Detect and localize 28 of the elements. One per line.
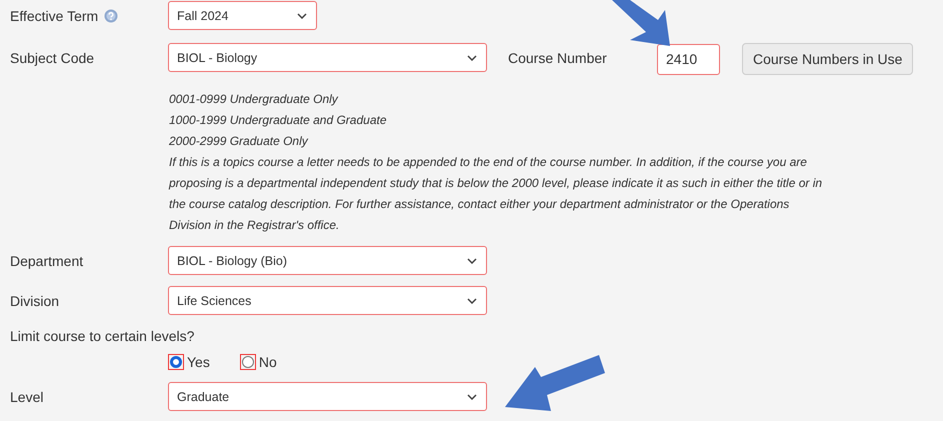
course-numbers-button[interactable]: Course Numbers in Use (742, 43, 914, 75)
field-label: Course Number (508, 50, 608, 66)
radio-label[interactable]: Yes (187, 354, 210, 370)
topics-note: If this is a topics course a letter needs to be appended to the end of the course number. In addition, if the course you are proposing is a departmental independent study that is below the 2000 level, please indicate it as such in either the title or in the course catalog description. For further assistance, contact either your department administrator or the Operations Division in the Registrar's office. (169, 154, 824, 234)
radio-button[interactable] (240, 354, 256, 370)
chevron-icon (297, 12, 307, 18)
question-label: Limit course to certain levels? (9, 328, 196, 344)
range-note: 0001-0999 Undergraduate Only (169, 91, 340, 108)
radio-label[interactable]: No (258, 354, 277, 370)
field-label: Subject Code (10, 50, 94, 66)
range-note: 2000-2999 Graduate Only (169, 133, 310, 150)
help-icon[interactable] (104, 8, 118, 22)
radio-button[interactable] (168, 354, 184, 370)
course-number-field[interactable]: 2410 (657, 44, 720, 74)
subject-select[interactable]: BIOL - Biology (168, 43, 487, 72)
field-label: Division (10, 292, 60, 308)
department-select[interactable]: BIOL - Biology (Bio) (168, 246, 487, 275)
range-note: 1000-1999 Undergraduate and Graduate (169, 112, 388, 129)
field-label: Effective Term (10, 8, 98, 24)
chevron-icon (467, 54, 477, 60)
field-label: Level (10, 388, 44, 404)
chevron-icon (467, 258, 477, 264)
level-select[interactable]: Graduate (168, 382, 487, 411)
division-select[interactable]: Life Sciences (168, 286, 487, 315)
term-select[interactable]: Fall 2024 (168, 1, 317, 30)
chevron-icon (467, 394, 477, 400)
field-label: Department (10, 252, 84, 268)
chevron-icon (467, 298, 477, 304)
